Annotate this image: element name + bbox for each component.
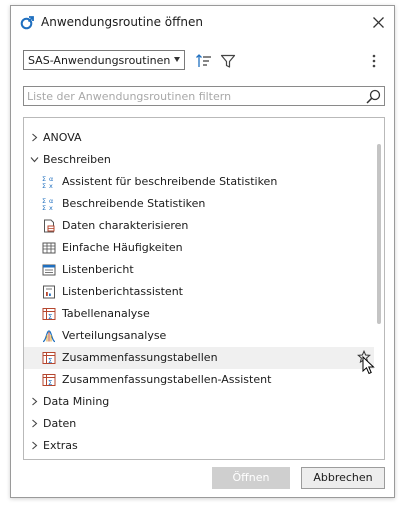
table-sigma-icon: Σ (42, 352, 56, 365)
filter-search-box (23, 86, 385, 106)
tree-item-label: Listenberichtassistent (62, 285, 183, 298)
close-icon[interactable] (370, 14, 387, 31)
tree-folder-label: Data Mining (43, 395, 110, 408)
tree-folder-label: Daten (43, 417, 77, 430)
tree-item-label: Assistent für beschreibende Statistiken (62, 175, 278, 188)
tree-folder-extras[interactable]: Extras (24, 435, 374, 457)
stats-sigma-icon: Σ α Σ x (42, 175, 53, 189)
tree-item-label: Listenbericht (62, 263, 134, 276)
tree-item-label: Beschreibende Statistiken (62, 197, 206, 210)
table-sigma-icon: Σ (42, 308, 56, 321)
tree-scrollbar[interactable] (376, 118, 382, 459)
open-task-dialog: Anwendungsroutine öffnen SAS-Anwendungsr… (10, 5, 395, 498)
search-icon[interactable] (365, 88, 382, 105)
chevron-down-icon (174, 57, 180, 62)
scrollbar-thumb[interactable] (377, 144, 381, 324)
more-vertical-icon[interactable] (365, 52, 383, 70)
tree-item-label: Daten charakterisieren (62, 219, 189, 232)
tree-folder-label: Beschreiben (43, 153, 111, 166)
tree-item[interactable]: Σ Tabellenanalyse (24, 303, 374, 325)
open-button[interactable]: Öffnen (212, 467, 290, 489)
tree-folder-anova[interactable]: ANOVA (24, 127, 374, 149)
cancel-button[interactable]: Abbrechen (301, 467, 385, 489)
chevron-right-icon[interactable] (30, 441, 39, 450)
tree-item[interactable]: Σ Zusammenfassungstabellen-Assistent (24, 369, 374, 391)
svg-text:x: x (49, 204, 53, 211)
tree-item[interactable]: Σ α Σ x Assistent für beschreibende Stat… (24, 171, 374, 193)
tree-item-label: Einfache Häufigkeiten (62, 241, 183, 254)
filter-icon[interactable] (219, 52, 237, 70)
svg-text:Σ: Σ (48, 379, 52, 387)
sas-task-icon (20, 16, 34, 30)
tree-folder-data-mining[interactable]: Data Mining (24, 391, 374, 413)
chevron-right-icon[interactable] (30, 133, 39, 142)
tree-item-label: Zusammenfassungstabellen-Assistent (62, 373, 272, 386)
dialog-toolbar: SAS-Anwendungsroutinen (23, 50, 383, 72)
mouse-cursor-icon (362, 356, 375, 375)
tree-item[interactable]: Einfache Häufigkeiten (24, 237, 374, 259)
tree-folder-beschreiben[interactable]: Beschreiben (24, 149, 374, 171)
tree-item[interactable]: Listenberichtassistent (24, 281, 374, 303)
data-document-icon (44, 219, 55, 233)
tree-folder-daten[interactable]: Daten (24, 413, 374, 435)
tree-item-label: Verteilungsanalyse (62, 329, 167, 342)
sort-icon[interactable] (195, 52, 213, 70)
svg-text:Σ: Σ (48, 357, 52, 365)
tree-item-selected[interactable]: Σ Zusammenfassungstabellen (24, 347, 374, 369)
tree-item-label: Zusammenfassungstabellen (62, 351, 218, 364)
chevron-down-icon[interactable] (30, 155, 39, 164)
dialog-title: Anwendungsroutine öffnen (41, 15, 203, 29)
tree-item-label: Tabellenanalyse (62, 307, 150, 320)
svg-text:Σ: Σ (48, 313, 52, 321)
svg-text:x: x (49, 182, 53, 189)
report-wizard-icon (43, 285, 55, 299)
tree-item[interactable]: Listenbericht (24, 259, 374, 281)
chevron-right-icon[interactable] (30, 397, 39, 406)
category-select-value: SAS-Anwendungsroutinen (28, 54, 171, 67)
stats-sigma-icon: Σ α Σ x (42, 197, 53, 211)
svg-text:Σ: Σ (42, 182, 46, 189)
tree-folder-label: Extras (43, 439, 78, 452)
frequency-table-icon (42, 242, 56, 254)
svg-text:Σ: Σ (42, 204, 46, 211)
category-select[interactable]: SAS-Anwendungsroutinen (23, 50, 185, 70)
search-input[interactable] (27, 88, 357, 104)
task-tree: ANOVA Beschreiben Σ α Σ x Assistent für … (23, 117, 385, 460)
list-report-icon (42, 264, 56, 276)
chevron-right-icon[interactable] (30, 419, 39, 428)
tree-item[interactable]: Daten charakterisieren (24, 215, 374, 237)
distribution-curve-icon (42, 330, 56, 343)
tree-folder-label: ANOVA (43, 131, 82, 144)
dialog-titlebar: Anwendungsroutine öffnen (11, 6, 394, 40)
table-sigma-icon: Σ (42, 374, 56, 387)
tree-item[interactable]: Verteilungsanalyse (24, 325, 374, 347)
tree-item[interactable]: Σ α Σ x Beschreibende Statistiken (24, 193, 374, 215)
